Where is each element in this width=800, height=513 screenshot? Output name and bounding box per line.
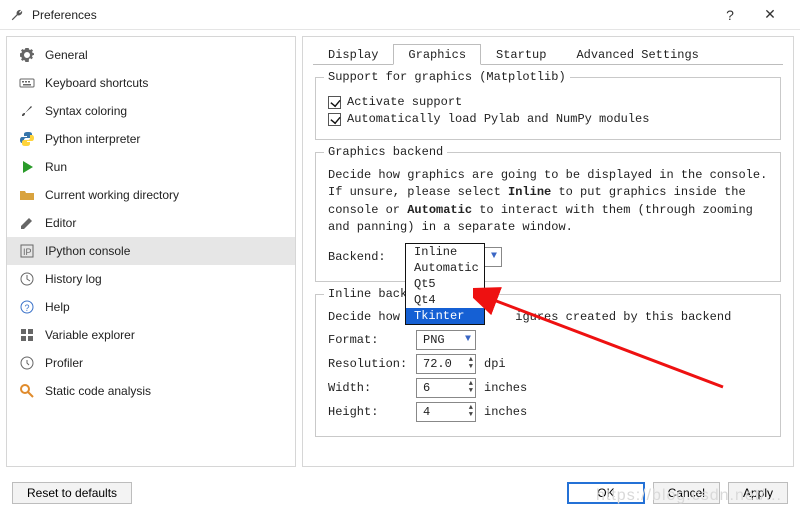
spinner-arrows-icon: ▲▼ bbox=[469, 381, 473, 395]
resolution-spinner[interactable]: 72.0 ▲▼ bbox=[416, 354, 476, 374]
sidebar-item-label: General bbox=[45, 48, 88, 62]
inline-description: Decide how txxxxxxxxxxxxxxigures created… bbox=[328, 309, 768, 326]
sidebar-item-label: Profiler bbox=[45, 356, 83, 370]
watermark: https://blog.csdn.net/... bbox=[596, 487, 782, 505]
sidebar-item-run[interactable]: Run bbox=[7, 153, 295, 181]
backend-option-qt5[interactable]: Qt5 bbox=[406, 276, 484, 292]
sidebar-item-label: History log bbox=[45, 272, 102, 286]
resolution-value: 72.0 bbox=[423, 357, 452, 371]
height-unit: inches bbox=[484, 405, 527, 419]
backend-description: Decide how graphics are going to be disp… bbox=[328, 167, 768, 237]
tab-graphics[interactable]: Graphics bbox=[393, 44, 481, 65]
wrench-icon bbox=[10, 8, 24, 22]
sidebar-item-static-code-analysis[interactable]: Static code analysis bbox=[7, 377, 295, 405]
backend-dropdown[interactable]: InlineAutomaticQt5Qt4Tkinter bbox=[405, 243, 485, 325]
content-panel: DisplayGraphicsStartupAdvanced Settings … bbox=[302, 36, 794, 467]
sidebar-item-python-interpreter[interactable]: Python interpreter bbox=[7, 125, 295, 153]
search-icon bbox=[19, 383, 35, 399]
checkbox-icon bbox=[328, 113, 341, 126]
format-label: Format: bbox=[328, 333, 408, 347]
keyboard-icon bbox=[19, 75, 35, 91]
sidebar-item-ipython-console[interactable]: IP IPython console bbox=[7, 237, 295, 265]
tab-startup[interactable]: Startup bbox=[481, 44, 561, 65]
backend-option-qt4[interactable]: Qt4 bbox=[406, 292, 484, 308]
sidebar-item-label: Help bbox=[45, 300, 70, 314]
backend-option-automatic[interactable]: Automatic bbox=[406, 260, 484, 276]
height-label: Height: bbox=[328, 405, 408, 419]
spinner-arrows-icon: ▲▼ bbox=[469, 357, 473, 371]
sidebar-item-help[interactable]: ? Help bbox=[7, 293, 295, 321]
autoload-checkbox[interactable]: Automatically load Pylab and NumPy modul… bbox=[328, 112, 768, 126]
play-icon bbox=[19, 159, 35, 175]
grid-icon bbox=[19, 327, 35, 343]
backend-label: Backend: bbox=[328, 250, 408, 264]
ipython-icon: IP bbox=[19, 243, 35, 259]
chevron-down-icon: ▼ bbox=[491, 251, 497, 262]
sidebar-item-label: Variable explorer bbox=[45, 328, 135, 342]
backend-option-tkinter[interactable]: Tkinter bbox=[406, 308, 484, 324]
autoload-label: Automatically load Pylab and NumPy modul… bbox=[347, 112, 649, 126]
height-spinner[interactable]: 4 ▲▼ bbox=[416, 402, 476, 422]
group-inline-legend: Inline back bbox=[324, 287, 411, 301]
clock-icon bbox=[19, 355, 35, 371]
reset-defaults-button[interactable]: Reset to defaults bbox=[12, 482, 132, 504]
tab-display[interactable]: Display bbox=[313, 44, 393, 65]
sidebar-item-label: Python interpreter bbox=[45, 132, 140, 146]
group-inline: Inline back Decide how txxxxxxxxxxxxxxig… bbox=[315, 294, 781, 437]
history-icon bbox=[19, 271, 35, 287]
format-combo-value: PNG bbox=[423, 333, 445, 347]
width-unit: inches bbox=[484, 381, 527, 395]
sidebar-item-label: Editor bbox=[45, 216, 76, 230]
sidebar-item-history-log[interactable]: History log bbox=[7, 265, 295, 293]
tab-advanced-settings[interactable]: Advanced Settings bbox=[561, 44, 713, 65]
group-backend: Graphics backend Decide how graphics are… bbox=[315, 152, 781, 282]
gear-icon bbox=[19, 47, 35, 63]
sidebar-item-label: Syntax coloring bbox=[45, 104, 127, 118]
resolution-unit: dpi bbox=[484, 357, 506, 371]
svg-text:?: ? bbox=[25, 303, 30, 313]
group-support: Support for graphics (Matplotlib) Activa… bbox=[315, 77, 781, 140]
width-label: Width: bbox=[328, 381, 408, 395]
edit-icon bbox=[19, 215, 35, 231]
height-value: 4 bbox=[423, 405, 430, 419]
spinner-arrows-icon: ▲▼ bbox=[469, 405, 473, 419]
sidebar-item-label: Static code analysis bbox=[45, 384, 151, 398]
sidebar-item-syntax-coloring[interactable]: Syntax coloring bbox=[7, 97, 295, 125]
chevron-down-icon: ▼ bbox=[465, 334, 471, 345]
sidebar-item-editor[interactable]: Editor bbox=[7, 209, 295, 237]
sidebar-item-variable-explorer[interactable]: Variable explorer bbox=[7, 321, 295, 349]
sidebar-item-label: Current working directory bbox=[45, 188, 179, 202]
sidebar-item-label: Keyboard shortcuts bbox=[45, 76, 148, 90]
tabs: DisplayGraphicsStartupAdvanced Settings bbox=[313, 43, 783, 65]
close-button[interactable]: ✕ bbox=[750, 0, 790, 30]
sidebar-item-general[interactable]: General bbox=[7, 41, 295, 69]
titlebar: Preferences ? ✕ bbox=[0, 0, 800, 30]
folder-icon bbox=[19, 187, 35, 203]
sidebar-item-keyboard-shortcuts[interactable]: Keyboard shortcuts bbox=[7, 69, 295, 97]
sidebar-item-label: Run bbox=[45, 160, 67, 174]
python-icon bbox=[19, 131, 35, 147]
group-backend-legend: Graphics backend bbox=[324, 145, 447, 159]
checkbox-icon bbox=[328, 96, 341, 109]
activate-support-label: Activate support bbox=[347, 95, 462, 109]
backend-option-inline[interactable]: Inline bbox=[406, 244, 484, 260]
sidebar-item-profiler[interactable]: Profiler bbox=[7, 349, 295, 377]
group-support-legend: Support for graphics (Matplotlib) bbox=[324, 70, 570, 84]
format-combo[interactable]: PNG ▼ bbox=[416, 330, 476, 350]
body: General Keyboard shortcuts Syntax coloring… bbox=[0, 30, 800, 473]
width-value: 6 bbox=[423, 381, 430, 395]
svg-text:IP: IP bbox=[23, 247, 32, 257]
sidebar-item-label: IPython console bbox=[45, 244, 130, 258]
activate-support-checkbox[interactable]: Activate support bbox=[328, 95, 768, 109]
brush-icon bbox=[19, 103, 35, 119]
help-icon: ? bbox=[19, 299, 35, 315]
width-spinner[interactable]: 6 ▲▼ bbox=[416, 378, 476, 398]
sidebar-item-current-working-directory[interactable]: Current working directory bbox=[7, 181, 295, 209]
resolution-label: Resolution: bbox=[328, 357, 408, 371]
sidebar: General Keyboard shortcuts Syntax coloring… bbox=[6, 36, 296, 467]
window-title: Preferences bbox=[32, 8, 710, 22]
help-button[interactable]: ? bbox=[710, 0, 750, 30]
